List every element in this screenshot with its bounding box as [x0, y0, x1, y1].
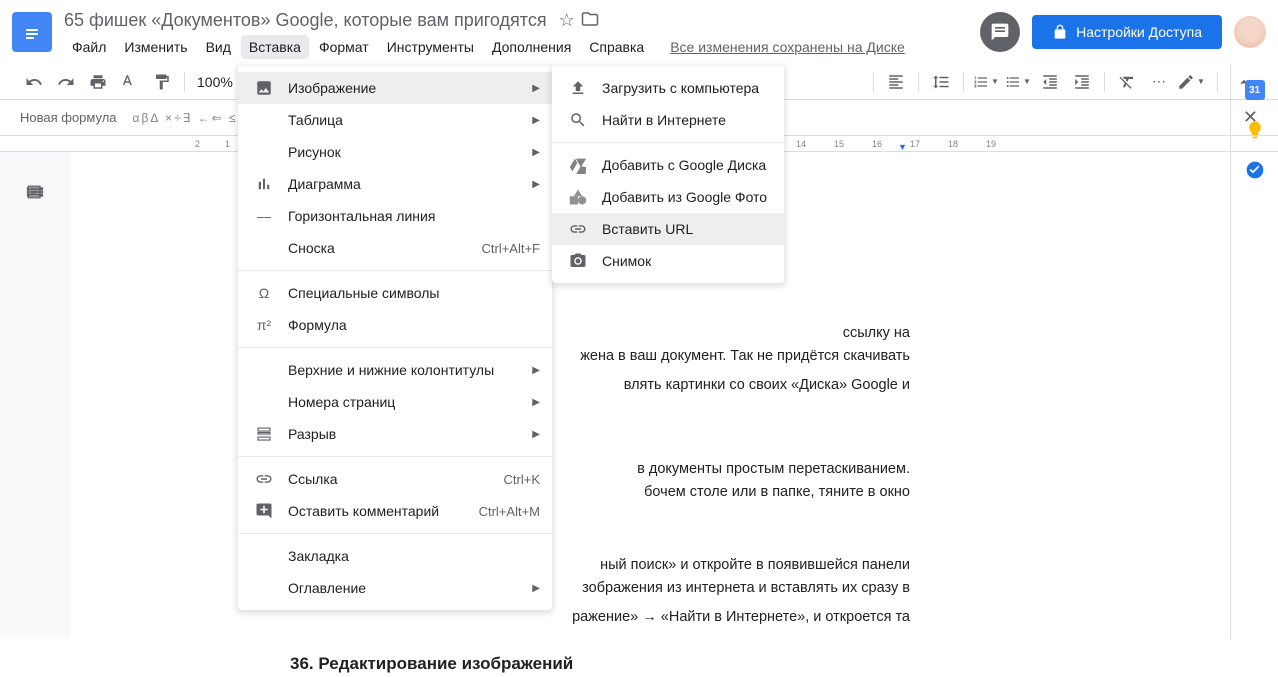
- formula-label: Новая формула: [20, 110, 117, 125]
- hline-icon: —: [254, 206, 274, 226]
- camera-icon: [568, 251, 588, 271]
- section-heading: 36. Редактирование изображений: [290, 650, 910, 677]
- insert-dropdown: Изображение ▶ Таблица ▶ Рисунок ▶ Диагра…: [238, 66, 552, 610]
- dd-equation[interactable]: π² Формула: [238, 309, 552, 341]
- sub-web[interactable]: Найти в Интернете: [552, 104, 784, 136]
- sub-photos[interactable]: Добавить из Google Фото: [552, 181, 784, 213]
- editing-mode-icon[interactable]: ▼: [1177, 68, 1205, 96]
- menu-bar: Файл Изменить Вид Вставка Формат Инструм…: [64, 35, 980, 59]
- header-right: Настройки Доступа: [980, 12, 1266, 52]
- calendar-icon[interactable]: 31: [1245, 80, 1265, 100]
- chevron-right-icon: ▶: [532, 429, 540, 440]
- menu-edit[interactable]: Изменить: [116, 35, 195, 59]
- dd-headers[interactable]: Верхние и нижние колонтитулы ▶: [238, 354, 552, 386]
- dd-comment[interactable]: Оставить комментарий Ctrl+Alt+M: [238, 495, 552, 527]
- menu-format[interactable]: Формат: [311, 35, 377, 59]
- dd-drawing[interactable]: Рисунок ▶: [238, 136, 552, 168]
- drive-icon: [568, 155, 588, 175]
- sub-camera[interactable]: Снимок: [552, 245, 784, 277]
- share-button[interactable]: Настройки Доступа: [1032, 15, 1222, 49]
- dd-pagenums[interactable]: Номера страниц ▶: [238, 386, 552, 418]
- menu-file[interactable]: Файл: [64, 35, 114, 59]
- print-icon[interactable]: [84, 68, 112, 96]
- outline-icon[interactable]: [25, 182, 45, 639]
- docs-logo-icon[interactable]: [12, 12, 52, 52]
- chevron-right-icon: ▶: [532, 397, 540, 408]
- undo-icon[interactable]: [20, 68, 48, 96]
- star-icon[interactable]: ☆: [559, 10, 575, 31]
- save-status[interactable]: Все изменения сохранены на Диске: [670, 39, 905, 55]
- pi-icon: π²: [254, 315, 274, 335]
- more-icon[interactable]: ⋯: [1145, 68, 1173, 96]
- decrease-indent-icon[interactable]: [1036, 68, 1064, 96]
- break-icon: [254, 424, 274, 444]
- line-spacing-icon[interactable]: [927, 68, 955, 96]
- dd-toc[interactable]: Оглавление ▶: [238, 572, 552, 604]
- dd-footnote[interactable]: Сноска Ctrl+Alt+F: [238, 232, 552, 264]
- clear-format-icon[interactable]: [1113, 68, 1141, 96]
- sub-drive[interactable]: Добавить с Google Диска: [552, 149, 784, 181]
- avatar[interactable]: [1234, 16, 1266, 48]
- increase-indent-icon[interactable]: [1068, 68, 1096, 96]
- omega-icon: Ω: [254, 283, 274, 303]
- dd-special[interactable]: Ω Специальные символы: [238, 277, 552, 309]
- comments-button[interactable]: [980, 12, 1020, 52]
- sub-upload[interactable]: Загрузить с компьютера: [552, 72, 784, 104]
- chevron-right-icon: ▶: [532, 147, 540, 158]
- chevron-right-icon: ▶: [532, 365, 540, 376]
- chart-icon: [254, 174, 274, 194]
- spellcheck-icon[interactable]: [116, 68, 144, 96]
- outline-sidebar: [0, 152, 70, 639]
- formula-symbols[interactable]: αβΔ ×÷∃ ←⇐ ≤≠: [133, 111, 247, 125]
- move-icon[interactable]: [581, 10, 599, 31]
- menu-tools[interactable]: Инструменты: [379, 35, 482, 59]
- dd-chart[interactable]: Диаграмма ▶: [238, 168, 552, 200]
- search-icon: [568, 110, 588, 130]
- keep-icon[interactable]: [1245, 120, 1265, 140]
- comment-icon: [254, 501, 274, 521]
- dd-bookmark[interactable]: Закладка: [238, 540, 552, 572]
- menu-view[interactable]: Вид: [198, 35, 239, 59]
- chevron-right-icon: ▶: [532, 83, 540, 94]
- redo-icon[interactable]: [52, 68, 80, 96]
- format-paint-icon[interactable]: [148, 68, 176, 96]
- dd-image[interactable]: Изображение ▶: [238, 72, 552, 104]
- chevron-right-icon: ▶: [532, 583, 540, 594]
- menu-help[interactable]: Справка: [581, 35, 652, 59]
- dd-table[interactable]: Таблица ▶: [238, 104, 552, 136]
- align-icon[interactable]: [882, 68, 910, 96]
- upload-icon: [568, 78, 588, 98]
- share-label: Настройки Доступа: [1076, 24, 1202, 40]
- dd-link[interactable]: Ссылка Ctrl+K: [238, 463, 552, 495]
- dd-break[interactable]: Разрыв ▶: [238, 418, 552, 450]
- image-submenu: Загрузить с компьютера Найти в Интернете…: [552, 66, 784, 283]
- title-area: 65 фишек «Документов» Google, которые ва…: [64, 8, 980, 59]
- sub-url[interactable]: Вставить URL: [552, 213, 784, 245]
- dd-hline[interactable]: — Горизонтальная линия: [238, 200, 552, 232]
- photos-icon: [568, 187, 588, 207]
- header: 65 фишек «Документов» Google, которые ва…: [0, 0, 1278, 64]
- chevron-right-icon: ▶: [532, 179, 540, 190]
- link-icon: [254, 469, 274, 489]
- right-sidebar: 31: [1230, 64, 1278, 639]
- doc-title-row: 65 фишек «Документов» Google, которые ва…: [64, 8, 980, 35]
- bullet-list-icon[interactable]: ▼: [1004, 68, 1032, 96]
- tasks-icon[interactable]: [1245, 160, 1265, 180]
- chevron-right-icon: ▶: [532, 115, 540, 126]
- doc-title[interactable]: 65 фишек «Документов» Google, которые ва…: [64, 10, 547, 31]
- image-icon: [254, 78, 274, 98]
- numbered-list-icon[interactable]: ▼: [972, 68, 1000, 96]
- link-icon: [568, 219, 588, 239]
- menu-insert[interactable]: Вставка: [241, 35, 309, 59]
- menu-addons[interactable]: Дополнения: [484, 35, 579, 59]
